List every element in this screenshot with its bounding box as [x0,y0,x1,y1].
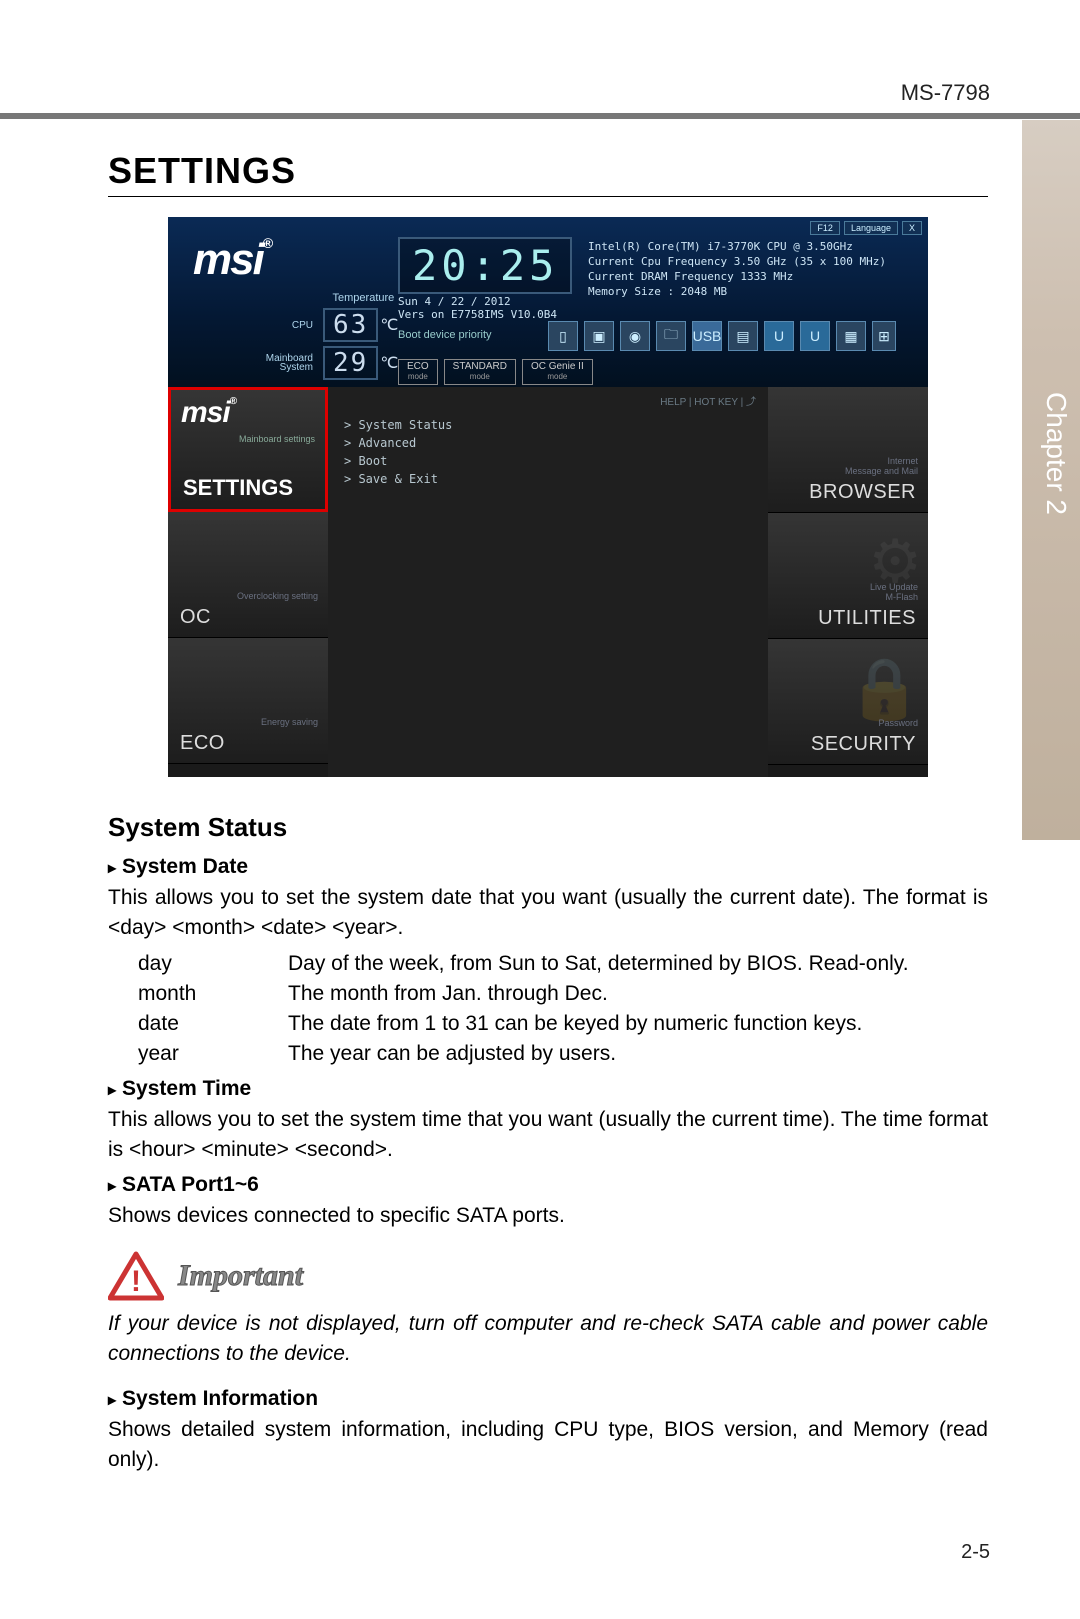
tile-browser-label: BROWSER [809,481,916,504]
important-label: Important [178,1259,303,1293]
msi-logo: msi® [193,235,271,285]
item-system-time: System Time [108,1077,988,1101]
title-rule [108,196,988,197]
tile-browser-sub: Internet Message and Mail [845,456,918,476]
boot-uefi2-icon[interactable]: U [800,321,830,351]
tile-utilities[interactable]: ⚙ Live Update M-Flash UTILITIES [768,513,928,639]
temp-unit: ℃ [380,315,398,335]
bios-header: F12 Language X msi® 20:25 Intel(R) Core(… [168,217,928,387]
menu-advanced[interactable]: > Advanced [344,434,752,452]
item-sata-ports: SATA Port1~6 [108,1173,988,1197]
section-system-status: System Status [108,812,988,843]
tile-security-label: SECURITY [811,733,916,756]
important-text: If your device is not displayed, turn of… [108,1309,988,1369]
tile-utilities-sub: Live Update M-Flash [870,582,918,602]
system-date-desc: This allows you to set the system date t… [108,883,988,943]
tile-security[interactable]: 🔒 Password SECURITY [768,639,928,765]
tile-settings-sub: Mainboard settings [239,434,315,444]
boot-folder-icon[interactable]: 🗀 [656,321,686,351]
header-model: MS-7798 [901,80,990,106]
tile-settings[interactable]: msi® Mainboard settings SETTINGS [168,387,328,512]
svg-text:!: ! [131,1265,141,1298]
tile-eco-label: ECO [180,732,225,755]
tile-utilities-label: UTILITIES [818,607,916,630]
page-title: SETTINGS [108,150,988,192]
boot-hdd-icon[interactable]: ▣ [584,321,614,351]
language-button[interactable]: Language [844,221,898,235]
table-row: dayDay of the week, from Sun to Sat, det… [138,949,929,979]
settings-menu: > System Status > Advanced > Boot > Save… [328,412,768,492]
tile-oc-sub: Overclocking setting [237,591,318,601]
f12-button[interactable]: F12 [810,221,840,235]
tile-browser[interactable]: Internet Message and Mail BROWSER [768,387,928,513]
bios-screenshot: F12 Language X msi® 20:25 Intel(R) Core(… [168,217,928,777]
bios-top-right-bar: F12 Language X [810,221,922,235]
tile-eco[interactable]: Energy saving ECO [168,638,328,764]
bios-cpu-info: Intel(R) Core(TM) i7-3770K CPU @ 3.50GHz… [588,239,886,299]
lock-icon: 🔒 [847,653,922,724]
sata-desc: Shows devices connected to specific SATA… [108,1201,988,1231]
mb-temp-label: Mainboard System [258,354,313,372]
important-callout: ! Important [108,1251,988,1301]
bios-mode-switcher: ECOmode STANDARDmode OC Genie IImode [398,359,593,385]
item-system-date: System Date [108,855,988,879]
chapter-tab: Chapter 2 [1022,120,1080,840]
eco-mode-button[interactable]: ECOmode [398,359,438,385]
bios-datetime: Sun 4 / 22 / 2012 Vers on E7758IMS V10.0… [398,295,557,321]
item-system-information: System Information [108,1387,988,1411]
help-hotkey-label: HELP | HOT KEY | ⤴ [328,387,768,412]
boot-cd-icon[interactable]: ◉ [620,321,650,351]
standard-mode-button[interactable]: STANDARDmode [444,359,516,385]
boot-floppy-icon[interactable]: ▯ [548,321,578,351]
boot-usb-icon[interactable]: USB [692,321,722,351]
date-format-table: dayDay of the week, from Sun to Sat, det… [138,949,929,1069]
warning-icon: ! [108,1251,164,1301]
sysinfo-desc: Shows detailed system information, inclu… [108,1415,988,1475]
system-time-desc: This allows you to set the system time t… [108,1105,988,1165]
table-row: dateThe date from 1 to 31 can be keyed b… [138,1009,929,1039]
temperature-label: Temperature [258,292,394,304]
boot-priority-label: Boot device priority [398,329,492,341]
table-row: monthThe month from Jan. through Dec. [138,979,929,1009]
chapter-label: Chapter 2 [1040,392,1072,515]
tile-eco-sub: Energy saving [261,717,318,727]
temp-unit2: ℃ [380,353,398,373]
bios-clock: 20:25 [398,237,572,294]
boot-uefi-icon[interactable]: U [764,321,794,351]
boot-device-icons: ▯ ▣ ◉ 🗀 USB ▤ U U ▦ ⊞ [548,321,896,351]
cpu-temp-value: 63 [323,308,378,342]
ocgenie-mode-button[interactable]: OC Genie IImode [522,359,593,385]
cpu-temp-label: CPU [258,320,313,331]
tile-security-sub: Password [878,718,918,728]
menu-system-status[interactable]: > System Status [344,416,752,434]
table-row: yearThe year can be adjusted by users. [138,1039,929,1069]
close-button[interactable]: X [902,221,922,235]
boot-last-icon[interactable]: ⊞ [872,321,896,351]
boot-other-icon[interactable]: ▦ [836,321,866,351]
bios-center-panel: HELP | HOT KEY | ⤴ > System Status > Adv… [328,387,768,777]
tile-oc[interactable]: Overclocking setting OC [168,512,328,638]
menu-save-exit[interactable]: > Save & Exit [344,470,752,488]
menu-boot[interactable]: > Boot [344,452,752,470]
tile-settings-label: SETTINGS [183,475,293,501]
boot-net-icon[interactable]: ▤ [728,321,758,351]
page-number: 2-5 [961,1541,990,1564]
bios-body: msi® Mainboard settings SETTINGS Overclo… [168,387,928,777]
tile-oc-label: OC [180,606,211,629]
mb-temp-value: 29 [323,346,378,380]
header-rule [0,113,1080,119]
